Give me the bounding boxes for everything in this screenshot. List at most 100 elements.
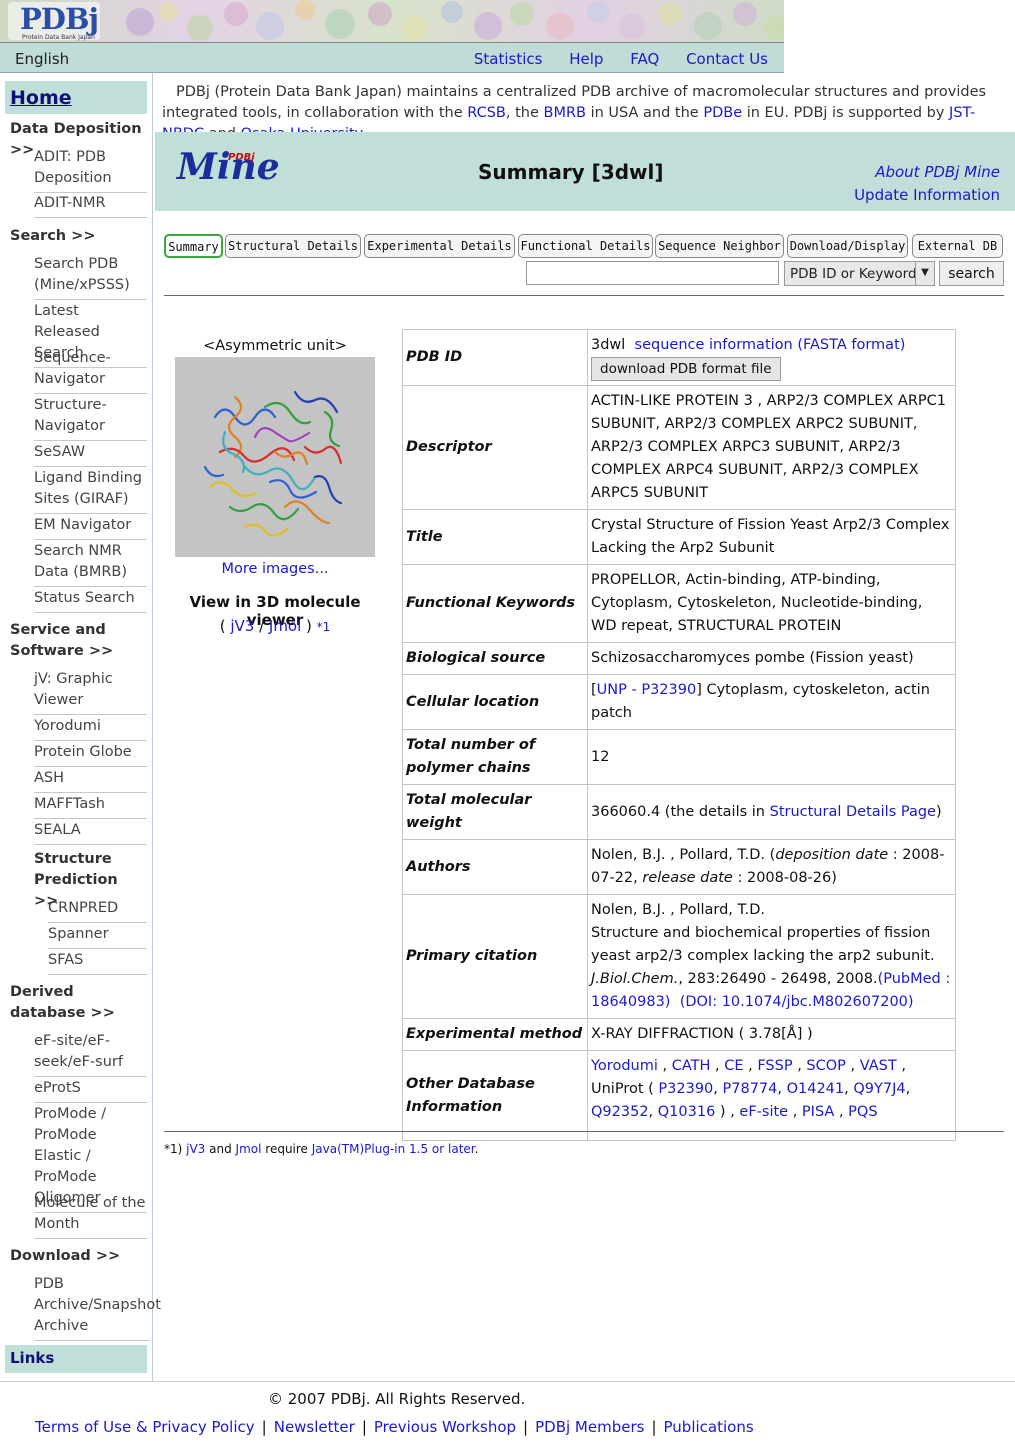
structural-details-page-link[interactable]: Structural Details Page (770, 804, 936, 820)
separator: | (651, 1418, 657, 1436)
table-row: Primary citation Nolen, B.J. , Pollard, … (402, 894, 956, 1019)
uniprot-p32390-link[interactable]: P32390 (658, 1081, 713, 1097)
search-type-select[interactable]: PDB ID or Keyword ▼ (784, 261, 935, 286)
sidebar-item-structure-navigator[interactable]: Structure-Navigator (34, 395, 147, 441)
uniprot-q10316-link[interactable]: Q10316 (658, 1104, 716, 1120)
cath-link[interactable]: CATH (672, 1058, 711, 1074)
home-link[interactable]: Home (10, 87, 72, 109)
footnote-ref-link[interactable]: *1 (317, 620, 331, 634)
more-images-link[interactable]: More images... (162, 561, 388, 577)
faq-link[interactable]: FAQ (630, 50, 659, 68)
language-selector[interactable]: English (15, 50, 69, 68)
search-button[interactable]: search (939, 261, 1004, 286)
about-pdbj-mine-link[interactable]: About PDBj Mine (875, 163, 1000, 181)
sidebar-item-spanner[interactable]: Spanner (48, 924, 147, 949)
pisa-link[interactable]: PISA (802, 1104, 834, 1120)
author-names: Nolen, B.J. , Pollard, T.D. ( (591, 847, 776, 863)
sidebar-item-jv-viewer[interactable]: jV: Graphic Viewer (34, 669, 147, 715)
yorodumi-link[interactable]: Yorodumi (591, 1058, 658, 1074)
sidebar-section-download[interactable]: Download >> (10, 1246, 150, 1267)
sidebar-item-em-navigator[interactable]: EM Navigator (34, 515, 147, 540)
sidebar-item-adit-nmr[interactable]: ADIT-NMR (34, 193, 147, 218)
uniprot-q9y7j4-link[interactable]: Q9Y7J4 (853, 1081, 905, 1097)
pdbe-link[interactable]: PDBe (703, 105, 742, 121)
pdbj-logo[interactable]: PDBj Protein Data Bank Japan (8, 2, 100, 41)
tab-experimental-details[interactable]: Experimental Details (364, 234, 515, 258)
tab-functional-details[interactable]: Functional Details (518, 234, 653, 258)
jmol-link[interactable]: Jmol (236, 1142, 262, 1156)
sidebar-item-search-pdb[interactable]: Search PDB (Mine/xPSSS) (34, 254, 147, 300)
scop-link[interactable]: SCOP (806, 1058, 846, 1074)
fssp-link[interactable]: FSSP (757, 1058, 792, 1074)
sidebar-section-search[interactable]: Search >> (10, 226, 150, 247)
search-input[interactable] (526, 261, 779, 285)
divider (164, 295, 1004, 296)
download-pdb-button[interactable]: download PDB format file (591, 357, 781, 381)
tab-bar: Summary Structural Details Experimental … (164, 234, 1009, 258)
tab-summary[interactable]: Summary (164, 234, 223, 258)
sidebar-section-service[interactable]: Service and Software >> (10, 620, 150, 662)
row-key: Cellular location (402, 674, 588, 730)
java-plugin-link[interactable]: Java(TM)Plug-in 1.5 or later (312, 1142, 475, 1156)
viewer-links: ( jV3 / Jmol ) *1 (162, 617, 388, 635)
release-date: : 2008-08-26) (732, 870, 837, 886)
sidebar-item-yorodumi[interactable]: Yorodumi (34, 716, 147, 741)
pqs-link[interactable]: PQS (848, 1104, 877, 1120)
vast-link[interactable]: VAST (860, 1058, 897, 1074)
sidebar-item-ef-site[interactable]: eF-site/eF-seek/eF-surf (34, 1031, 147, 1077)
jmol-link[interactable]: Jmol (269, 617, 301, 635)
sidebar-item-molecule-of-month[interactable]: Molecule of the Month (34, 1193, 147, 1239)
fasta-link[interactable]: sequence information (FASTA format) (635, 337, 906, 353)
sidebar: Home Data Deposition >> ADIT: PDB Deposi… (0, 73, 161, 1381)
molecule-structure-graphic (203, 390, 343, 537)
uniprot-p32390-link[interactable]: UNP - P32390 (597, 682, 697, 698)
sidebar-item-seala[interactable]: SEALA (34, 820, 147, 845)
publications-link[interactable]: Publications (664, 1418, 754, 1436)
row-value: Crystal Structure of Fission Yeast Arp2/… (587, 509, 956, 565)
sidebar-item-status-search[interactable]: Status Search (34, 588, 147, 613)
help-link[interactable]: Help (569, 50, 603, 68)
sidebar-links[interactable]: Links (5, 1345, 147, 1373)
bmrb-link[interactable]: BMRB (544, 105, 586, 121)
separator: | (523, 1418, 529, 1436)
sidebar-item-search-nmr[interactable]: Search NMR Data (BMRB) (34, 541, 147, 587)
ef-site-link[interactable]: eF-site (739, 1104, 788, 1120)
ce-link[interactable]: CE (724, 1058, 743, 1074)
update-information-link[interactable]: Update Information (854, 186, 1000, 204)
sidebar-item-adit-pdb[interactable]: ADIT: PDB Deposition (34, 147, 147, 193)
sidebar-section-derived[interactable]: Derived database >> (10, 982, 150, 1024)
statistics-link[interactable]: Statistics (474, 50, 543, 68)
sidebar-item-ligand-binding[interactable]: Ligand Binding Sites (GIRAF) (34, 468, 147, 514)
jv3-link[interactable]: jV3 (230, 617, 254, 635)
uniprot-o14241-link[interactable]: O14241 (787, 1081, 845, 1097)
sidebar-item-eprots[interactable]: eProtS (34, 1078, 147, 1103)
uniprot-p78774-link[interactable]: P78774 (723, 1081, 778, 1097)
molecule-image[interactable] (175, 357, 375, 557)
contact-us-link[interactable]: Contact Us (686, 50, 768, 68)
uniprot-q92352-link[interactable]: Q92352 (591, 1104, 649, 1120)
jv3-link[interactable]: jV3 (186, 1142, 205, 1156)
sidebar-item-ash[interactable]: ASH (34, 768, 147, 793)
tab-structural-details[interactable]: Structural Details (225, 234, 361, 258)
sidebar-item-sfas[interactable]: SFAS (48, 950, 147, 975)
tab-sequence-neighbor[interactable]: Sequence Neighbor (655, 234, 784, 258)
sidebar-item-mafftash[interactable]: MAFFTash (34, 794, 147, 819)
sidebar-item-protein-globe[interactable]: Protein Globe (34, 742, 147, 767)
row-value: 366060.4 (the details in Structural Deta… (587, 784, 956, 840)
pdbj-logo-subtitle: Protein Data Bank Japan (22, 34, 95, 41)
divider (164, 1131, 1004, 1132)
newsletter-link[interactable]: Newsletter (274, 1418, 355, 1436)
weight-value: 366060.4 (the details in (591, 803, 770, 820)
sidebar-item-crnpred[interactable]: CRNPRED (48, 898, 147, 923)
previous-workshop-link[interactable]: Previous Workshop (374, 1418, 516, 1436)
pdbj-members-link[interactable]: PDBj Members (535, 1418, 644, 1436)
tab-download-display[interactable]: Download/Display (787, 234, 908, 258)
sidebar-item-sesaw[interactable]: SeSAW (34, 442, 147, 467)
chevron-down-icon[interactable]: ▼ (915, 262, 934, 285)
doi-link[interactable]: (DOI: 10.1074/jbc.M802607200) (680, 994, 914, 1010)
sidebar-item-sequence-navigator[interactable]: Sequence-Navigator (34, 348, 147, 394)
terms-privacy-link[interactable]: Terms of Use & Privacy Policy (35, 1418, 255, 1436)
rcsb-link[interactable]: RCSB (467, 105, 506, 121)
tab-external-db[interactable]: External DB (912, 234, 1003, 258)
sidebar-item-pdb-archive[interactable]: PDB Archive/Snapshot Archive (34, 1274, 161, 1341)
